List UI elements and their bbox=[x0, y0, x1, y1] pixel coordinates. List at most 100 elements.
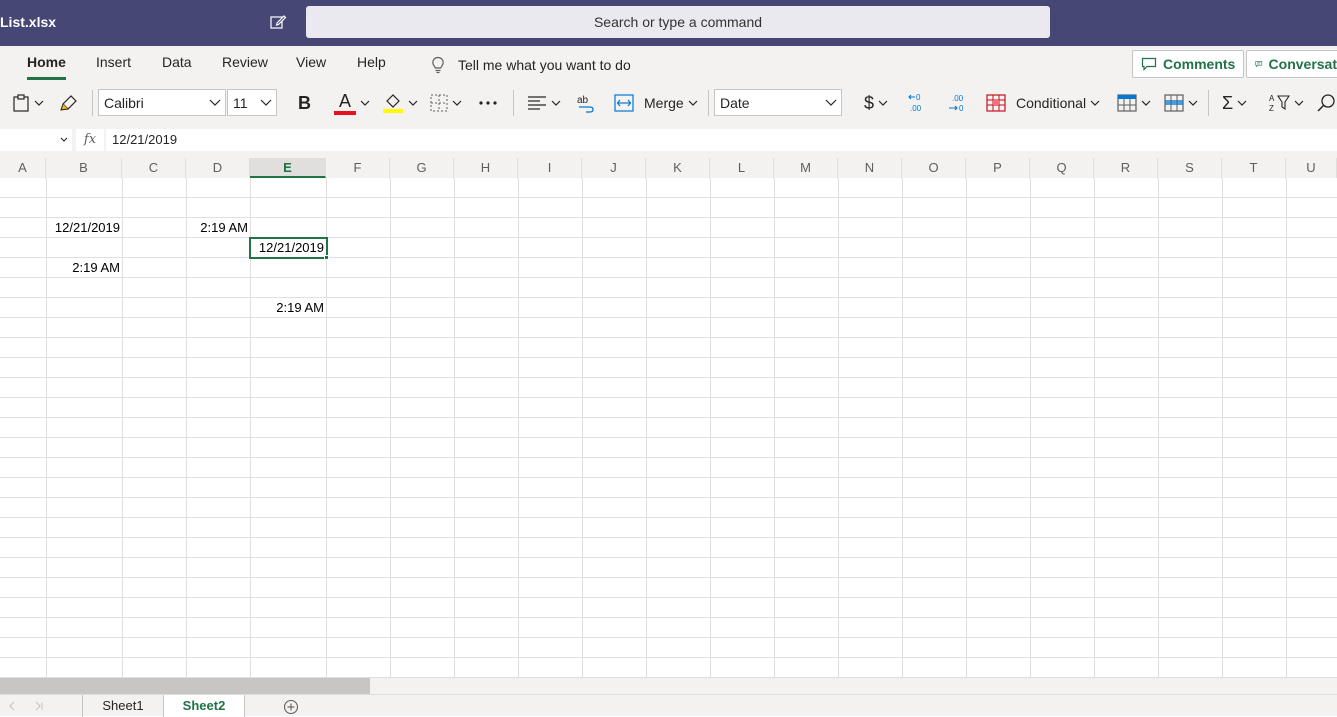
number-format-dropdown[interactable]: Date bbox=[714, 89, 842, 116]
column-header-D[interactable]: D bbox=[186, 158, 250, 178]
add-sheet-icon[interactable] bbox=[283, 699, 299, 715]
tab-review[interactable]: Review bbox=[222, 54, 268, 70]
align-button[interactable] bbox=[527, 88, 561, 118]
column-header-T[interactable]: T bbox=[1222, 158, 1286, 178]
cell-B5[interactable]: 2:19 AM bbox=[47, 258, 123, 278]
column-header-E[interactable]: E bbox=[250, 158, 326, 178]
tab-help[interactable]: Help bbox=[357, 54, 386, 70]
clipboard-icon bbox=[13, 94, 29, 112]
chevron-down-icon bbox=[1188, 100, 1198, 106]
formula-input[interactable]: 12/21/2019 bbox=[106, 129, 1337, 151]
scrollbar-thumb[interactable] bbox=[0, 678, 370, 694]
grid-vline bbox=[902, 178, 903, 678]
grid-vline bbox=[518, 178, 519, 678]
column-header-H[interactable]: H bbox=[454, 158, 518, 178]
paintbrush-icon bbox=[60, 95, 77, 111]
find-button[interactable] bbox=[1316, 88, 1336, 118]
cell-B3[interactable]: 12/21/2019 bbox=[47, 218, 123, 238]
format-painter-button[interactable] bbox=[60, 88, 78, 118]
conversation-button[interactable]: Conversat bbox=[1246, 50, 1337, 78]
cell-D3[interactable]: 2:19 AM bbox=[187, 218, 251, 238]
chevron-down-icon bbox=[825, 99, 837, 106]
column-header-I[interactable]: I bbox=[518, 158, 582, 178]
chevron-down-icon bbox=[34, 100, 44, 106]
column-header-G[interactable]: G bbox=[390, 158, 454, 178]
chevron-down-icon bbox=[1090, 100, 1100, 106]
font-size-dropdown[interactable]: 11 bbox=[227, 89, 277, 116]
grid-hline bbox=[0, 597, 1337, 598]
column-header-L[interactable]: L bbox=[710, 158, 774, 178]
comments-button[interactable]: Comments bbox=[1132, 50, 1245, 78]
scroll-right-icon[interactable] bbox=[34, 701, 44, 711]
column-header-M[interactable]: M bbox=[774, 158, 838, 178]
column-header-U[interactable]: U bbox=[1286, 158, 1337, 178]
column-header-A[interactable]: A bbox=[0, 158, 46, 178]
grid-hline bbox=[0, 637, 1337, 638]
svg-text:0: 0 bbox=[916, 93, 921, 102]
column-header-R[interactable]: R bbox=[1094, 158, 1158, 178]
horizontal-scrollbar[interactable] bbox=[0, 678, 1337, 694]
font-name-dropdown[interactable]: Calibri bbox=[98, 89, 226, 116]
borders-button[interactable] bbox=[430, 88, 462, 118]
grid-vline bbox=[454, 178, 455, 678]
scroll-left-icon[interactable] bbox=[8, 701, 16, 711]
currency-button[interactable]: $ bbox=[864, 88, 888, 118]
more-font-options-button[interactable] bbox=[478, 88, 498, 118]
separator bbox=[708, 90, 709, 116]
separator bbox=[513, 90, 514, 116]
column-header-K[interactable]: K bbox=[646, 158, 710, 178]
insert-cells-button[interactable] bbox=[1164, 88, 1198, 118]
bold-button[interactable]: B bbox=[298, 88, 311, 118]
column-header-N[interactable]: N bbox=[838, 158, 902, 178]
svg-text:0: 0 bbox=[959, 104, 964, 113]
cell-E7[interactable]: 2:19 AM bbox=[251, 298, 327, 318]
grid-vline bbox=[390, 178, 391, 678]
wrap-text-button[interactable]: ab bbox=[576, 88, 596, 118]
sort-filter-icon: AZ bbox=[1269, 94, 1290, 113]
grid-vline bbox=[122, 178, 123, 678]
sort-filter-button[interactable]: AZ bbox=[1268, 88, 1304, 118]
tab-data[interactable]: Data bbox=[162, 54, 192, 70]
column-header-B[interactable]: B bbox=[46, 158, 122, 178]
column-header-S[interactable]: S bbox=[1158, 158, 1222, 178]
tell-me-box[interactable]: Tell me what you want to do bbox=[430, 56, 631, 74]
column-header-P[interactable]: P bbox=[966, 158, 1030, 178]
grid-hline bbox=[0, 657, 1337, 658]
column-header-Q[interactable]: Q bbox=[1030, 158, 1094, 178]
tab-insert[interactable]: Insert bbox=[96, 54, 131, 70]
svg-text:.00: .00 bbox=[952, 94, 964, 103]
conditional-formatting-button[interactable]: Conditional bbox=[986, 88, 1100, 118]
grid-hline bbox=[0, 377, 1337, 378]
merge-button[interactable]: Merge bbox=[614, 88, 698, 118]
search-command-box[interactable]: Search or type a command bbox=[306, 6, 1050, 38]
increase-decimal-button[interactable]: 0.00 bbox=[906, 88, 928, 118]
grid-hline bbox=[0, 517, 1337, 518]
fill-color-button[interactable] bbox=[382, 88, 418, 118]
font-color-button[interactable]: A bbox=[334, 88, 370, 118]
cell-E4[interactable]: 12/21/2019 bbox=[251, 238, 327, 258]
tab-view[interactable]: View bbox=[296, 54, 326, 70]
column-header-O[interactable]: O bbox=[902, 158, 966, 178]
column-header-C[interactable]: C bbox=[122, 158, 186, 178]
merge-label: Merge bbox=[644, 95, 684, 111]
grid-vline bbox=[710, 178, 711, 678]
file-name[interactable]: List.xlsx bbox=[0, 14, 56, 30]
chevron-down-icon bbox=[1141, 100, 1151, 106]
decrease-decimal-button[interactable]: .00 0 bbox=[946, 88, 968, 118]
paste-button[interactable] bbox=[12, 88, 44, 118]
chevron-down-icon bbox=[688, 100, 698, 106]
insert-function-icon[interactable]: fx bbox=[76, 129, 104, 151]
grid-vline bbox=[838, 178, 839, 678]
column-header-F[interactable]: F bbox=[326, 158, 390, 178]
autosum-button[interactable]: Σ bbox=[1222, 88, 1247, 118]
name-box[interactable] bbox=[0, 129, 72, 151]
sheet-tab-sheet1[interactable]: Sheet1 bbox=[83, 695, 164, 717]
tab-home[interactable]: Home bbox=[27, 54, 66, 70]
format-as-table-button[interactable] bbox=[1117, 88, 1151, 118]
edit-filename-icon[interactable] bbox=[268, 12, 288, 32]
sum-icon: Σ bbox=[1222, 92, 1234, 113]
column-header-J[interactable]: J bbox=[582, 158, 646, 178]
conditional-formatting-icon bbox=[986, 94, 1006, 112]
formula-bar: fx 12/21/2019 bbox=[0, 122, 1337, 158]
sheet-tab-sheet2[interactable]: Sheet2 bbox=[164, 695, 245, 717]
